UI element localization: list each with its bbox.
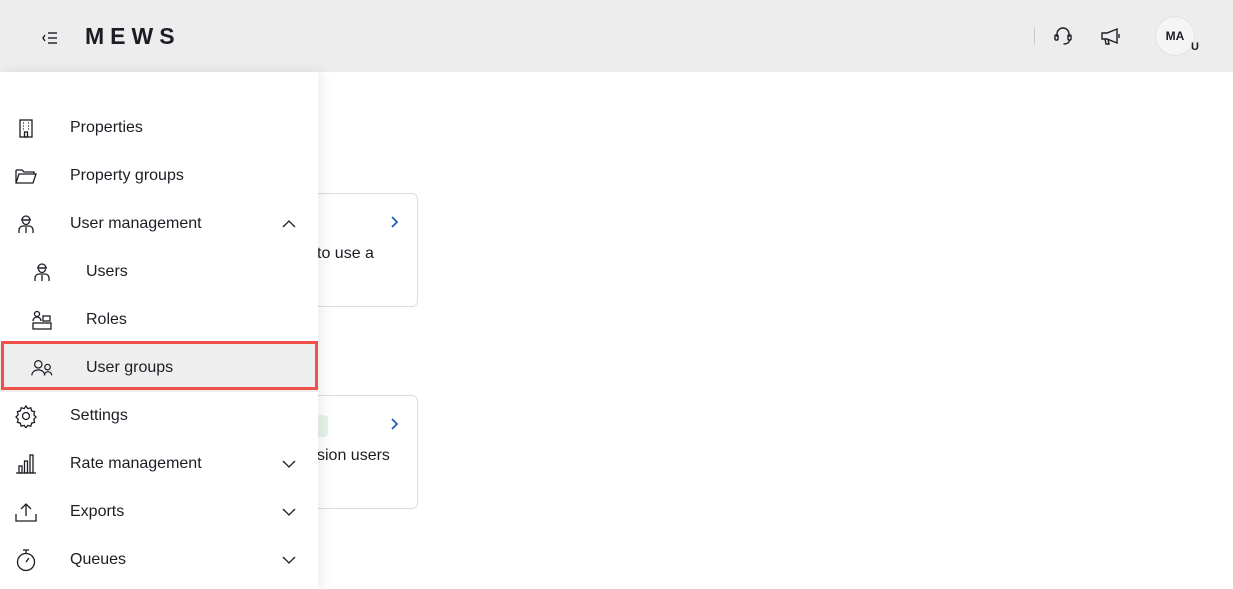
- sidebar-item-label: Rate management: [70, 455, 202, 472]
- user-icon: [30, 260, 54, 284]
- megaphone-icon[interactable]: [1097, 22, 1125, 50]
- card-description: sion users: [317, 447, 390, 464]
- folder-icon: [14, 164, 38, 188]
- sidebar-item-label: Roles: [86, 311, 127, 328]
- roles-icon: [30, 308, 54, 332]
- collapse-menu-icon[interactable]: [36, 24, 64, 52]
- user-icon: [14, 212, 38, 236]
- sidebar-item-user-groups[interactable]: User groups: [0, 344, 318, 392]
- avatar-badge: U: [1191, 41, 1199, 53]
- chevron-up-icon: [280, 215, 298, 233]
- sidebar-item-label: User management: [70, 215, 202, 232]
- chevron-down-icon: [280, 503, 298, 521]
- headset-icon[interactable]: [1049, 22, 1077, 50]
- user-group-icon: [30, 356, 54, 380]
- stopwatch-icon: [14, 548, 38, 572]
- chevron-down-icon: [280, 551, 298, 569]
- sidebar-item-properties[interactable]: Properties: [0, 104, 318, 152]
- building-icon: [14, 116, 38, 140]
- top-bar: MEWS MA U: [0, 0, 1233, 72]
- sidebar-item-rate-management[interactable]: Rate management: [0, 440, 318, 488]
- sidebar-item-property-groups[interactable]: Property groups: [0, 152, 318, 200]
- sidebar-item-users[interactable]: Users: [0, 248, 318, 296]
- upload-icon: [14, 500, 38, 524]
- sidebar-item-queues[interactable]: Queues: [0, 536, 318, 584]
- chevron-down-icon: [280, 455, 298, 473]
- sidebar-item-settings[interactable]: Settings: [0, 392, 318, 440]
- sidebar-item-label: User groups: [86, 359, 174, 376]
- avatar[interactable]: MA: [1155, 16, 1195, 56]
- sidebar-item-label: Queues: [70, 551, 127, 568]
- mews-logo[interactable]: MEWS: [85, 20, 181, 52]
- sidebar-item-label: Exports: [70, 503, 125, 520]
- chevron-right-icon: [391, 216, 399, 228]
- sidebar-item-user-management[interactable]: User management: [0, 200, 318, 248]
- sidebar-item-label: Property groups: [70, 167, 184, 184]
- bar-chart-icon: [14, 452, 38, 476]
- sidebar-item-label: Properties: [70, 119, 143, 136]
- gear-icon: [14, 404, 38, 428]
- card-description: to use a: [317, 245, 374, 262]
- header-divider: [1034, 27, 1035, 45]
- sidebar-item-exports[interactable]: Exports: [0, 488, 318, 536]
- sidebar: Properties Property groups User manageme…: [0, 72, 318, 589]
- chevron-right-icon: [391, 418, 399, 430]
- sidebar-item-label: Users: [86, 263, 128, 280]
- sidebar-item-label: Settings: [70, 407, 128, 424]
- sidebar-item-roles[interactable]: Roles: [0, 296, 318, 344]
